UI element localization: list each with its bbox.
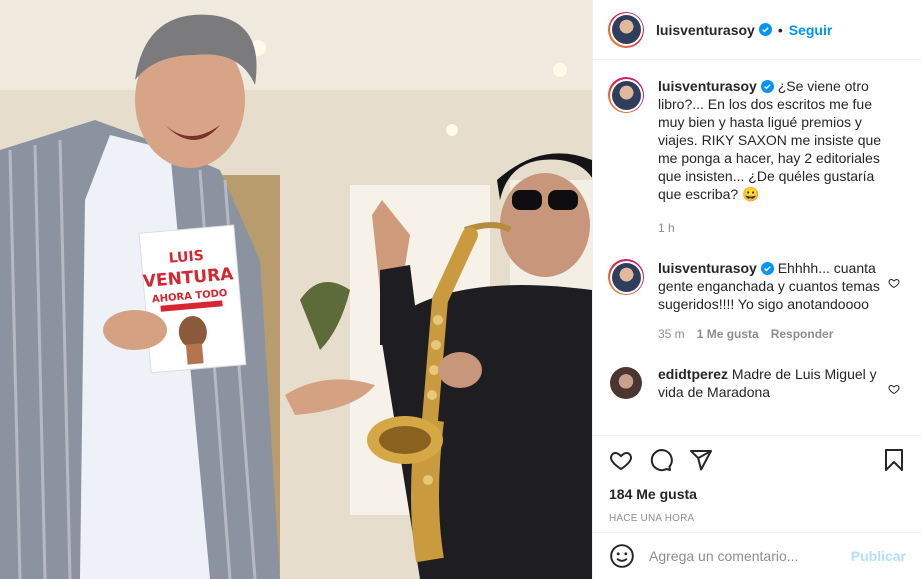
comments-section[interactable]: luisventurasoy ¿Se viene otro libro?... … [593, 61, 921, 435]
publish-button[interactable]: Publicar [851, 548, 906, 564]
comment-likes[interactable]: 1 Me gusta [697, 325, 759, 343]
post-actions: 184 Me gusta HACE UNA HORA [593, 435, 921, 524]
reply-button[interactable]: Responder [771, 325, 834, 343]
post-photo[interactable]: LUIS VENTURA AHORA TODO [0, 0, 592, 579]
avatar[interactable] [610, 367, 642, 399]
post-image: LUIS VENTURA AHORA TODO [0, 0, 592, 579]
verified-badge-icon [758, 23, 772, 36]
comment-item: luisventurasoy Ehhhh... cuanta gente eng… [608, 259, 906, 343]
avatar[interactable] [608, 77, 644, 113]
like-comment-heart-icon[interactable] [888, 277, 900, 289]
bookmark-save-icon[interactable] [882, 448, 906, 472]
emoji-icon[interactable] [609, 543, 635, 569]
like-comment-heart-icon[interactable] [888, 383, 900, 395]
caption-username[interactable]: luisventurasoy [658, 78, 757, 94]
comment-bubble-icon[interactable] [649, 448, 673, 472]
comment-username[interactable]: luisventurasoy [658, 260, 757, 276]
separator-dot: • [777, 21, 783, 38]
post-timestamp[interactable]: HACE UNA HORA [609, 513, 906, 524]
like-heart-icon[interactable] [609, 448, 633, 472]
comment-time[interactable]: 35 m [658, 325, 685, 343]
verified-badge-icon [760, 262, 774, 275]
caption-time[interactable]: 1 h [658, 219, 675, 237]
share-send-icon[interactable] [689, 448, 713, 472]
avatar[interactable] [608, 259, 644, 295]
caption-text: ¿Se viene otro libro?... En los dos escr… [658, 78, 882, 202]
header-username[interactable]: luisventurasoy [656, 22, 755, 38]
likes-count[interactable]: 184 Me gusta [609, 486, 906, 502]
comment-item: edidtperez Madre de Luis Miguel y vida d… [608, 365, 906, 401]
verified-badge-icon [760, 80, 774, 93]
caption: luisventurasoy ¿Se viene otro libro?... … [608, 77, 906, 237]
post-side-panel: luisventurasoy • Seguir luisventurasoy ¿… [592, 0, 921, 579]
add-comment-bar: Publicar [593, 532, 921, 579]
follow-button[interactable]: Seguir [789, 22, 833, 38]
post-header: luisventurasoy • Seguir [593, 0, 921, 60]
avatar[interactable] [608, 11, 644, 48]
comment-input[interactable] [649, 548, 851, 564]
comment-username[interactable]: edidtperez [658, 366, 728, 382]
book-title-line1: LUIS [168, 248, 204, 267]
